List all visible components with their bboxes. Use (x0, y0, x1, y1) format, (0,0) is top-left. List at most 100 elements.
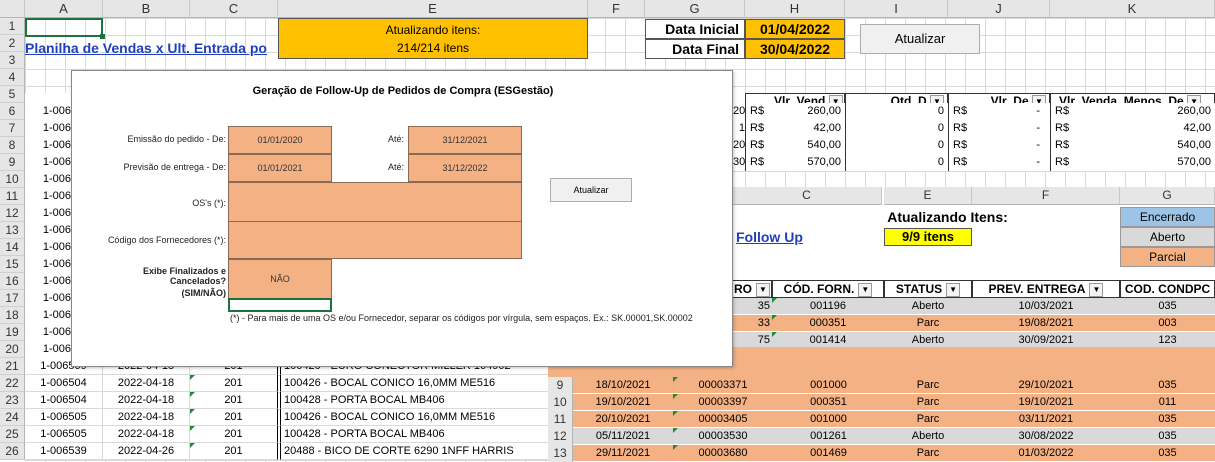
row-header-25[interactable]: 25 (0, 426, 25, 443)
followup-cell-cond[interactable]: 011 (1120, 394, 1215, 411)
cell-a20[interactable]: 1-006 (25, 341, 71, 358)
column-header-i[interactable]: I (845, 0, 948, 18)
followup-cell-status[interactable]: Parc (884, 315, 972, 332)
followup-row-header[interactable]: 9 (548, 377, 573, 394)
followup-row-header[interactable]: 10 (548, 394, 573, 411)
row-header-17[interactable]: 17 (0, 290, 25, 307)
cell-j-value[interactable]: - (978, 137, 1050, 154)
cell-product[interactable]: 100426 - BOCAL CONICO 16,0MM ME516 (280, 409, 548, 426)
row-header-23[interactable]: 23 (0, 392, 25, 409)
cell-i-value[interactable]: 0 (845, 137, 948, 154)
cell-a19[interactable]: 1-006 (25, 324, 71, 341)
followup-cell-cond[interactable]: 003 (1120, 315, 1215, 332)
row-header-5[interactable]: 5 (0, 86, 25, 103)
column-header-f[interactable]: F (588, 0, 645, 18)
cell-k-value[interactable]: 42,00 (1080, 120, 1215, 137)
followup-cell-ro[interactable]: 33 (732, 315, 772, 332)
dialog-refresh-button[interactable]: Atualizar (550, 178, 632, 202)
cell-a7[interactable]: 1-006 (25, 120, 71, 137)
cell-code[interactable]: 201 (190, 443, 278, 460)
followup-cell-date[interactable]: 29/11/2021 (573, 445, 673, 462)
followup-cell-prev[interactable]: 19/08/2021 (972, 315, 1120, 332)
followup-column-header[interactable]: G (1120, 187, 1215, 205)
followup-row-header[interactable]: 12 (548, 428, 573, 445)
column-header-j[interactable]: J (948, 0, 1050, 18)
cell-a15[interactable]: 1-006 (25, 256, 71, 273)
cell-i-value[interactable]: 0 (845, 103, 948, 120)
followup-cell-number[interactable]: 00003405 (673, 411, 773, 428)
followup-cell-number[interactable]: 00003397 (673, 394, 773, 411)
followup-cell-status[interactable]: Parc (884, 445, 972, 462)
row-header-18[interactable]: 18 (0, 307, 25, 324)
row-header-2[interactable]: 2 (0, 35, 25, 52)
followup-cell-cond[interactable]: 035 (1120, 298, 1215, 315)
followup-cell-cond[interactable]: 035 (1120, 411, 1215, 428)
active-cell-a1[interactable] (25, 18, 103, 37)
row-header-26[interactable]: 26 (0, 443, 25, 460)
row-header-6[interactable]: 6 (0, 103, 25, 120)
filter-dropdown-icon[interactable]: ▼ (858, 282, 873, 297)
row-header-21[interactable]: 21 (0, 358, 25, 375)
cell-a12[interactable]: 1-006 (25, 205, 71, 222)
emissao-de-field[interactable]: 01/01/2020 (228, 126, 332, 154)
column-header-b[interactable]: B (103, 0, 190, 18)
emissao-ate-field[interactable]: 31/12/2021 (408, 126, 522, 154)
filter-dropdown-icon[interactable]: ▼ (1089, 282, 1104, 297)
followup-cell-date[interactable]: 19/10/2021 (573, 394, 673, 411)
cell-i-value[interactable]: 0 (845, 120, 948, 137)
cell-code[interactable]: 201 (190, 375, 278, 392)
row-header-12[interactable]: 12 (0, 205, 25, 222)
followup-row-header[interactable]: 13 (548, 445, 573, 462)
column-header-g[interactable]: G (645, 0, 745, 18)
date-start-value[interactable]: 01/04/2022 (745, 19, 845, 39)
followup-cell-status[interactable]: Parc (884, 377, 972, 394)
followup-cell-prev[interactable]: 10/03/2021 (972, 298, 1120, 315)
followup-cell-prev[interactable]: 29/10/2021 (972, 377, 1120, 394)
os-field[interactable] (228, 182, 522, 222)
row-header-3[interactable]: 3 (0, 52, 25, 69)
cell-h-value[interactable]: 540,00 (775, 137, 845, 154)
exibe-field[interactable]: NÃO (228, 259, 332, 299)
followup-column-header[interactable]: F (972, 187, 1120, 205)
column-header-a[interactable]: A (25, 0, 103, 18)
row-header-4[interactable]: 4 (0, 69, 25, 86)
select-all-corner[interactable] (0, 0, 25, 18)
filter-dropdown-icon[interactable]: ▼ (946, 282, 961, 297)
followup-cell-cond[interactable]: 035 (1120, 445, 1215, 462)
row-header-22[interactable]: 22 (0, 375, 25, 392)
followup-cell-number[interactable]: 00003371 (673, 377, 773, 394)
row-header-10[interactable]: 10 (0, 171, 25, 188)
followup-cell-cond[interactable]: 035 (1120, 428, 1215, 445)
cell-a9[interactable]: 1-006 (25, 154, 71, 171)
refresh-sales-button[interactable]: Atualizar (860, 24, 980, 54)
cell-date[interactable]: 2022-04-18 (103, 409, 190, 426)
cell-j-value[interactable]: - (978, 120, 1050, 137)
cell-nf[interactable]: 1-006504 (25, 375, 103, 392)
fill-handle[interactable] (100, 34, 105, 39)
cell-code[interactable]: 201 (190, 392, 278, 409)
followup-cell-prev[interactable]: 30/08/2022 (972, 428, 1120, 445)
cell-k-value[interactable]: 260,00 (1080, 103, 1215, 120)
row-header-7[interactable]: 7 (0, 120, 25, 137)
cell-h-value[interactable]: 570,00 (775, 154, 845, 171)
cell-h-value[interactable]: 42,00 (775, 120, 845, 137)
cell-a13[interactable]: 1-006 (25, 222, 71, 239)
row-header-16[interactable]: 16 (0, 273, 25, 290)
followup-cell-number[interactable]: 00003680 (673, 445, 773, 462)
cell-a17[interactable]: 1-006 (25, 290, 71, 307)
followup-cell-cond[interactable]: 035 (1120, 377, 1215, 394)
followup-cell-forn[interactable]: 000351 (773, 394, 884, 411)
cell-date[interactable]: 2022-04-18 (103, 375, 190, 392)
cell-product[interactable]: 20488 - BICO DE CORTE 6290 1NFF HARRIS (280, 443, 548, 460)
row-header-9[interactable]: 9 (0, 154, 25, 171)
row-header-15[interactable]: 15 (0, 256, 25, 273)
cell-a16[interactable]: 1-006 (25, 273, 71, 290)
row-header-19[interactable]: 19 (0, 324, 25, 341)
cell-code[interactable]: 201 (190, 426, 278, 443)
followup-cell-status[interactable]: Aberto (884, 428, 972, 445)
previsao-ate-field[interactable]: 31/12/2022 (408, 154, 522, 182)
cell-product[interactable]: 100428 - PORTA BOCAL MB406 (280, 392, 548, 409)
followup-column-header[interactable]: E (884, 187, 972, 205)
followup-cell-date[interactable]: 20/10/2021 (573, 411, 673, 428)
previsao-de-field[interactable]: 01/01/2021 (228, 154, 332, 182)
